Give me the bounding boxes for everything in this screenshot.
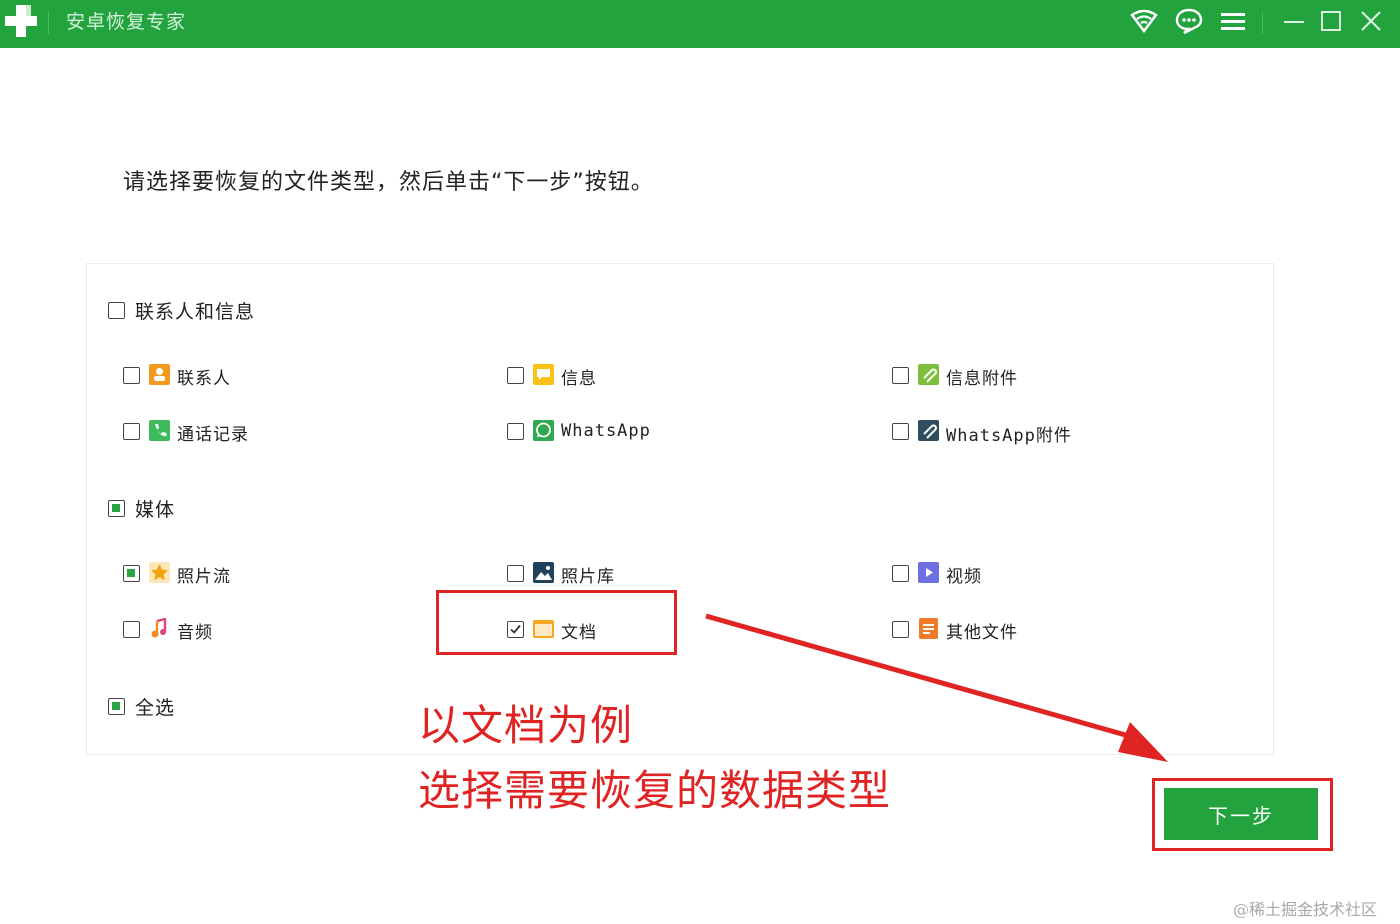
image-icon bbox=[533, 562, 554, 583]
messages-checkbox[interactable] bbox=[507, 367, 524, 384]
minimize-icon[interactable] bbox=[1278, 6, 1310, 36]
call-log-checkbox[interactable] bbox=[123, 423, 140, 440]
next-button[interactable]: 下一步 bbox=[1164, 788, 1318, 840]
video-icon bbox=[918, 562, 939, 583]
contacts-checkbox[interactable] bbox=[123, 367, 140, 384]
select-all-label: 全选 bbox=[135, 697, 176, 719]
maximize-icon[interactable] bbox=[1315, 6, 1347, 36]
app-title: 安卓恢复专家 bbox=[66, 11, 187, 33]
titlebar-separator bbox=[1262, 12, 1263, 34]
title-divider bbox=[48, 12, 49, 34]
audio-label: 音频 bbox=[177, 623, 213, 643]
group-media-checkbox[interactable] bbox=[108, 500, 125, 517]
app-logo-icon bbox=[5, 5, 37, 37]
select-all-checkbox[interactable] bbox=[108, 698, 125, 715]
whatsapp-attachments-label: WhatsApp附件 bbox=[946, 426, 1072, 446]
whatsapp-checkbox[interactable] bbox=[507, 423, 524, 440]
close-icon[interactable] bbox=[1355, 6, 1387, 36]
whatsapp-attachments-checkbox[interactable] bbox=[892, 423, 909, 440]
group-media-label: 媒体 bbox=[135, 499, 176, 521]
star-photo-icon bbox=[149, 562, 170, 583]
group-contacts-checkbox[interactable] bbox=[108, 302, 125, 319]
message-icon bbox=[533, 364, 554, 385]
annotation-arrow bbox=[705, 613, 1168, 762]
title-bar: 安卓恢复专家 bbox=[0, 0, 1400, 48]
message-attachments-checkbox[interactable] bbox=[892, 367, 909, 384]
attachment-icon bbox=[918, 364, 939, 385]
phone-icon bbox=[149, 420, 170, 441]
annotation-line2: 选择需要恢复的数据类型 bbox=[418, 766, 892, 815]
group-contacts-label: 联系人和信息 bbox=[135, 301, 256, 323]
messages-label: 信息 bbox=[561, 369, 597, 389]
contacts-label: 联系人 bbox=[177, 369, 231, 389]
watermark: @稀土掘金技术社区 bbox=[1233, 900, 1378, 919]
audio-checkbox[interactable] bbox=[123, 621, 140, 638]
menu-icon[interactable] bbox=[1217, 6, 1249, 36]
wifi-icon[interactable] bbox=[1128, 6, 1160, 36]
annotation-line1: 以文档为例 bbox=[418, 701, 634, 750]
whatsapp-attachment-icon bbox=[918, 420, 939, 441]
audio-icon bbox=[151, 618, 167, 638]
video-checkbox[interactable] bbox=[892, 565, 909, 582]
whatsapp-icon bbox=[533, 420, 554, 441]
contact-icon bbox=[149, 364, 170, 385]
photo-library-label: 照片库 bbox=[561, 567, 615, 587]
photo-stream-label: 照片流 bbox=[177, 567, 231, 587]
photo-library-checkbox[interactable] bbox=[507, 565, 524, 582]
whatsapp-label: WhatsApp bbox=[561, 421, 651, 441]
documents-highlight-box bbox=[436, 590, 677, 655]
photo-stream-checkbox[interactable] bbox=[123, 565, 140, 582]
video-label: 视频 bbox=[946, 567, 982, 587]
call-log-label: 通话记录 bbox=[177, 425, 249, 445]
chat-icon[interactable] bbox=[1173, 6, 1205, 36]
message-attachments-label: 信息附件 bbox=[946, 369, 1018, 389]
instruction-text: 请选择要恢复的文件类型，然后单击“下一步”按钮。 bbox=[123, 170, 654, 195]
